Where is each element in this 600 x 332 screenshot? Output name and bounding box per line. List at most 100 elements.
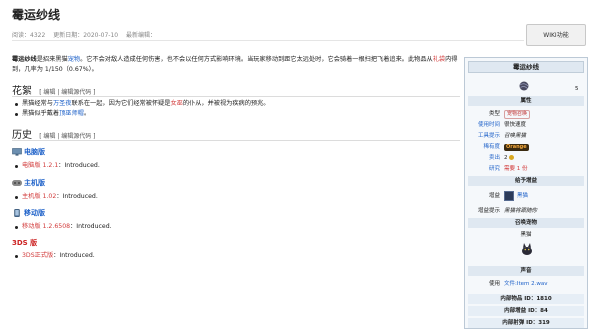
sound-row: 使用 文件:Item 2.wav: [468, 279, 584, 289]
platform-mobile: 移动版: [12, 208, 45, 218]
pet-link[interactable]: 宠物: [68, 56, 80, 63]
buff-label: 增益: [488, 193, 500, 199]
projectile-id-row: 内部射弹 ID：319: [468, 318, 584, 328]
type-value[interactable]: 宠物召唤: [504, 110, 531, 119]
pc-icon: [12, 148, 22, 156]
intro-paragraph: 霉运纱线是招来黑猫宠物。它不会对敌人造成任何伤害，也不会以任何方式影响环境。当玩…: [12, 55, 460, 75]
item-text: 的仆从，并被视为疾病的预兆。: [182, 100, 270, 107]
use-time-row: 使用时间 很快速度: [468, 120, 584, 130]
list-item: 3DS正式版：Introduced.: [14, 251, 314, 261]
research-label[interactable]: 研究: [468, 164, 500, 174]
wiki-function-button[interactable]: WIKI功能: [526, 24, 586, 46]
black-cat-buff-icon: [504, 191, 514, 201]
platform-pc: 电脑版: [12, 147, 45, 157]
buff-header: 给予增益: [468, 176, 584, 186]
pc-version-link[interactable]: 电脑版 1.2.1: [22, 162, 58, 169]
sound-file-link[interactable]: 文件:Item 2.wav: [504, 279, 548, 289]
item-text: 黑猫似乎戴着: [22, 110, 60, 117]
page-title: 霉运纱线: [12, 8, 61, 22]
sound-header: 声音: [468, 266, 584, 276]
tooltip-label[interactable]: 工具提示: [468, 131, 500, 141]
gold-coin-icon: [509, 155, 515, 160]
rarity-value: Orange: [504, 144, 529, 151]
console-history-list: 主机版 1.02：Introduced.: [14, 192, 314, 202]
sell-row: 卖出 2: [468, 153, 584, 163]
3ds-history-list: 3DS正式版：Introduced.: [14, 251, 314, 261]
item-text: 。: [83, 110, 91, 117]
gamepad-icon: [12, 180, 22, 186]
history-edit-link[interactable]: [ 编辑 | 编辑源代码 ]: [39, 133, 95, 140]
item-text: 联系在一起，因为它们经常被怀疑是: [71, 100, 171, 107]
summon-row: 黑猫: [468, 230, 584, 240]
sell-label[interactable]: 卖出: [468, 153, 500, 163]
buff-tip-row: 增益提示 黑猫将跟随你: [468, 206, 584, 216]
item-text: 黑猫经常与: [22, 100, 53, 107]
list-item: 主机版 1.02：Introduced.: [14, 192, 314, 202]
mobile-history-list: 移动版 1.2.6508：Introduced.: [14, 222, 314, 232]
intro-text: 。它不会对敌人造成任何伤害，也不会以任何方式影响环境。当玩家移动到距它太远处时，…: [80, 56, 433, 63]
buff-value[interactable]: 黑猫: [517, 191, 528, 201]
console-platform-link[interactable]: 主机版: [24, 178, 45, 188]
list-item: 电脑版 1.2.1：Introduced.: [14, 161, 314, 171]
goodie-bag-link[interactable]: 礼袋: [433, 56, 445, 63]
3ds-version-link[interactable]: 3DS正式版: [22, 252, 53, 259]
version-note: ：Introduced.: [58, 162, 100, 169]
platform-console: 主机版: [12, 178, 45, 188]
research-value: 需要 1 份: [504, 166, 528, 172]
use-time-value: 很快速度: [504, 122, 527, 128]
rarity-row: 稀有度 Orange: [468, 142, 584, 152]
sell-value: 2: [504, 155, 508, 161]
pc-platform-link[interactable]: 电脑版: [24, 147, 45, 157]
list-item: 移动版 1.2.6508：Introduced.: [14, 222, 314, 232]
page-meta: 阅读：4322 更新日期：2020-07-10 最新编辑：: [12, 30, 162, 39]
mobile-version-link[interactable]: 移动版 1.2.6508: [22, 223, 70, 230]
infobox: 霉运纱线 5 属性 类型 宠物召唤 使用时间 很快速度 工具提示 召唤黑猫 稀有…: [464, 57, 588, 329]
list-item: 黑猫似乎戴着顶巫师帽。: [14, 109, 454, 119]
title-divider: [12, 40, 524, 41]
history-heading: 历史 [ 编辑 | 编辑源代码 ]: [12, 126, 96, 141]
history-divider: [12, 140, 460, 141]
item-name: 霉运纱线: [12, 56, 37, 63]
views-count: 阅读：4322: [12, 32, 46, 39]
intro-text: 是招来黑猫: [36, 56, 68, 63]
research-row: 研究 需要 1 份: [468, 164, 584, 174]
wizard-hat-link[interactable]: 顶巫师帽: [59, 110, 84, 117]
version-note: ：Introduced.: [70, 223, 112, 230]
buff-row: 增益 黑猫: [468, 191, 584, 203]
summon-value: 黑猫: [520, 232, 532, 238]
use-time-label[interactable]: 使用时间: [468, 120, 500, 130]
stack-count: 5: [575, 86, 579, 92]
buff-tip-label: 增益提示: [477, 208, 500, 214]
tooltip-row: 工具提示 召唤黑猫: [468, 131, 584, 141]
version-note: ：Introduced.: [56, 193, 98, 200]
type-label: 类型: [488, 111, 500, 117]
yarn-item-icon: [519, 81, 529, 91]
platform-3ds: 3DS 版: [12, 238, 37, 248]
3ds-platform-link[interactable]: 3DS 版: [12, 238, 37, 248]
item-id-row: 内部物品 ID：1810: [468, 294, 584, 304]
type-row: 类型 宠物召唤: [468, 109, 584, 119]
update-date: 更新日期：2020-07-10: [53, 32, 119, 39]
buff-tip-value: 黑猫将跟随你: [504, 208, 538, 214]
last-editor: 最新编辑：: [126, 32, 157, 39]
trivia-divider: [12, 96, 460, 97]
pc-history-list: 电脑版 1.2.1：Introduced.: [14, 161, 314, 171]
mobile-icon: [14, 209, 20, 217]
infobox-title: 霉运纱线: [468, 61, 584, 73]
console-version-link[interactable]: 主机版 1.02: [22, 193, 56, 200]
rarity-label[interactable]: 稀有度: [468, 142, 500, 152]
tooltip-value: 召唤黑猫: [504, 133, 527, 139]
mobile-platform-link[interactable]: 移动版: [24, 208, 45, 218]
trivia-list: 黑猫经常与万圣夜联系在一起，因为它们经常被怀疑是女巫的仆从，并被视为疾病的预兆。…: [14, 99, 454, 119]
black-cat-icon: [522, 243, 532, 255]
trivia-heading: 花絮 [ 编辑 | 编辑源代码 ]: [12, 82, 96, 97]
summon-header: 召唤宠物: [468, 218, 584, 228]
buff-id-row: 内部增益 ID：84: [468, 306, 584, 316]
properties-header: 属性: [468, 96, 584, 106]
trivia-edit-link[interactable]: [ 编辑 | 编辑源代码 ]: [39, 89, 95, 96]
list-item: 黑猫经常与万圣夜联系在一起，因为它们经常被怀疑是女巫的仆从，并被视为疾病的预兆。: [14, 99, 454, 109]
sound-label: 使用: [488, 281, 500, 287]
witch-link[interactable]: 女巫: [171, 100, 183, 107]
version-note: ：Introduced.: [53, 252, 95, 259]
halloween-link[interactable]: 万圣夜: [53, 100, 72, 107]
